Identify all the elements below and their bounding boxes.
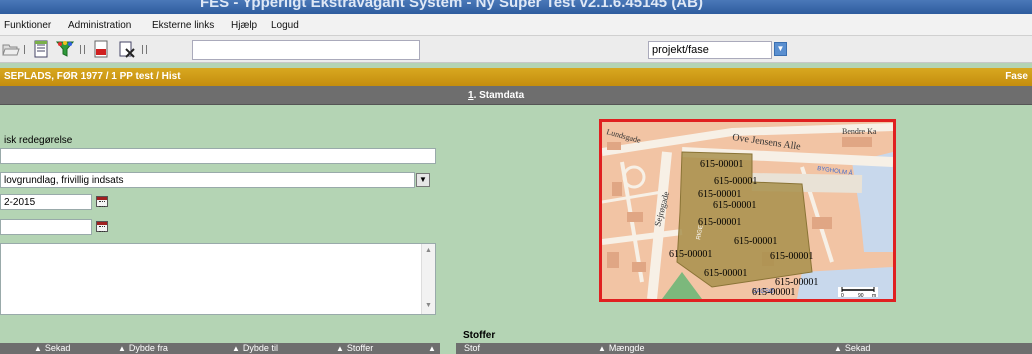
col-sekad[interactable]: ▲ Sekad — [34, 343, 112, 354]
scale-label: m — [872, 293, 876, 299]
sort-icon[interactable]: ▲ — [118, 344, 126, 353]
col-label: Sekad — [844, 343, 871, 353]
col-dybde-fra[interactable]: ▲ Dybde fra — [118, 343, 230, 354]
toolbar: projekt/fase ▼ — [0, 36, 1032, 63]
lovgrundlag-dropdown[interactable]: lovgrundlag, frivillig indsats — [0, 172, 415, 188]
notes-scrollbar[interactable]: ▲ ▼ — [421, 244, 435, 314]
chevron-down-icon[interactable]: ▼ — [416, 173, 430, 187]
window-title: FES - Ypperligt Ekstravagant System - Ny… — [200, 0, 703, 11]
parcel-label: 615-00001 — [700, 159, 743, 170]
toolbar-separator — [142, 45, 144, 54]
sort-icon[interactable]: ▲ — [336, 344, 344, 353]
scale-label: 0 — [841, 293, 844, 299]
menu-bar: Funktioner Administration Eksterne links… — [0, 14, 1032, 36]
menu-funktioner[interactable]: Funktioner — [4, 20, 51, 31]
parcel-label: 615-00001 — [704, 268, 747, 279]
breadcrumb-bar: SEPLADS, FØR 1977 / 1 PP test / Hist Fas… — [0, 68, 1032, 86]
phase-label: Fase — [1005, 71, 1028, 82]
toolbar-separator — [24, 45, 26, 54]
open-folder-icon[interactable] — [2, 40, 20, 58]
stoffer-title: Stoffer — [463, 330, 496, 341]
menu-administration[interactable]: Administration — [68, 20, 131, 31]
notes-textarea[interactable]: ▲ ▼ — [0, 243, 436, 315]
parcel-label: 615-00001 — [713, 200, 756, 211]
parcel-label: 615-00001 — [752, 287, 795, 298]
calendar-icon[interactable] — [96, 221, 108, 232]
parcel-label: 615-00001 — [770, 251, 813, 262]
sort-icon[interactable]: ▲ — [598, 344, 606, 353]
parcel-label: 615-00001 — [669, 249, 712, 260]
col-label: Stoffer — [346, 343, 374, 353]
col-label: Dybde fra — [128, 343, 168, 353]
toolbar-separator — [84, 45, 86, 54]
menu-logud[interactable]: Logud — [271, 20, 299, 31]
map-panel[interactable]: Ove Jensens Alle Sejrøgade BYGHOLM Å DAG… — [599, 119, 896, 302]
tab-stamdata-label: . Stamdata — [473, 90, 525, 101]
pdf-icon[interactable] — [92, 40, 110, 58]
chevron-down-icon[interactable]: ▼ — [774, 42, 787, 56]
date-field-from[interactable]: 2-2015 — [0, 194, 92, 210]
text-field[interactable] — [0, 148, 436, 164]
scale-label: 90 — [858, 293, 864, 299]
parcel-label: 615-00001 — [698, 189, 741, 200]
scroll-down-icon[interactable]: ▼ — [425, 302, 432, 309]
sort-icon[interactable]: ▲ — [232, 344, 240, 353]
col-stoffer[interactable]: ▲ Stoffer — [336, 343, 426, 354]
toolbar-search-input[interactable] — [192, 40, 420, 60]
col-sekad-right[interactable]: ▲ Sekad — [834, 343, 1024, 354]
menu-eksterne-links[interactable]: Eksterne links — [152, 20, 214, 31]
sort-icon[interactable]: ▲ — [428, 343, 440, 354]
window-titlebar: FES - Ypperligt Ekstravagant System - Ny… — [0, 0, 1032, 14]
col-label: Mængde — [608, 343, 645, 353]
col-dybde-til[interactable]: ▲ Dybde til — [232, 343, 332, 354]
section-label: isk redegørelse — [4, 135, 73, 146]
col-label: Sekad — [44, 343, 71, 353]
sort-icon[interactable]: ▲ — [834, 344, 842, 353]
col-maengde[interactable]: ▲ Mængde — [598, 343, 828, 354]
document-icon[interactable] — [32, 40, 50, 58]
col-label: Dybde til — [242, 343, 278, 353]
calendar-icon[interactable] — [96, 196, 108, 207]
delete-icon[interactable] — [118, 40, 136, 58]
col-label: Stof — [464, 343, 481, 353]
parcel-label: 615-00001 — [698, 217, 741, 228]
parcel-label: 615-00001 — [734, 236, 777, 247]
date-field-to[interactable] — [0, 219, 92, 235]
scroll-up-icon[interactable]: ▲ — [425, 247, 432, 254]
project-phase-select[interactable]: projekt/fase — [648, 41, 772, 59]
parcel-label: 615-00001 — [714, 176, 757, 187]
toolbar-separator — [80, 45, 82, 54]
street-label: Bendre Ka — [842, 127, 877, 136]
tab-bar: 1. Stamdata — [0, 86, 1032, 105]
filter-icon[interactable] — [56, 40, 74, 58]
toolbar-separator — [146, 45, 148, 54]
menu-hjaelp[interactable]: Hjælp — [231, 20, 257, 31]
breadcrumb: SEPLADS, FØR 1977 / 1 PP test / Hist — [4, 71, 181, 82]
map-svg: Ove Jensens Alle Sejrøgade BYGHOLM Å DAG… — [602, 122, 893, 299]
sort-icon[interactable]: ▲ — [34, 344, 42, 353]
col-stof[interactable]: Stof — [464, 343, 594, 354]
tab-stamdata[interactable]: 1. Stamdata — [468, 90, 524, 101]
